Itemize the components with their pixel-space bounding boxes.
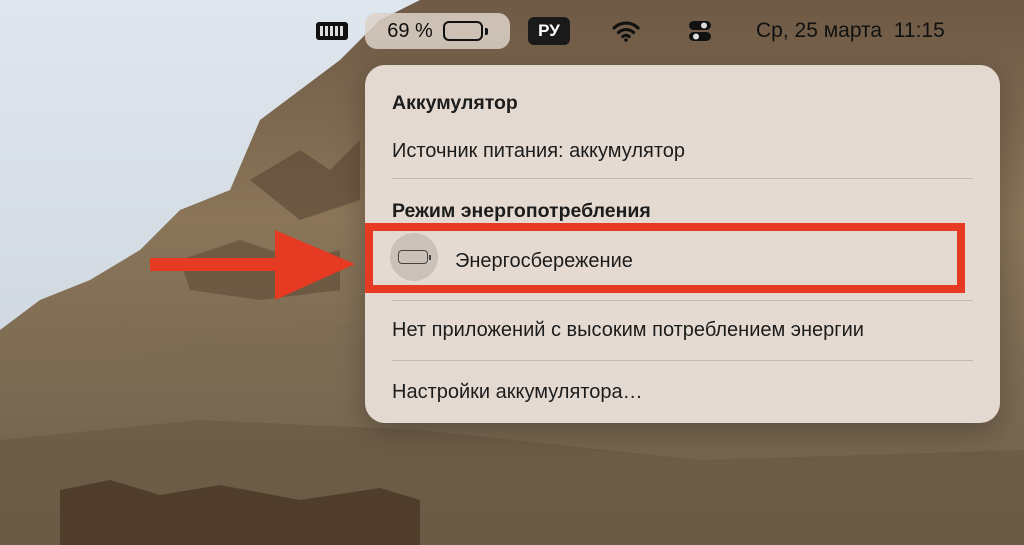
battery-menu-panel: Аккумулятор Источник питания: аккумулято… bbox=[365, 65, 1000, 423]
energy-mode-header: Режим энергопотребления bbox=[392, 200, 651, 222]
memory-icon[interactable] bbox=[312, 13, 352, 49]
divider bbox=[392, 300, 973, 301]
control-center-icon[interactable] bbox=[682, 13, 718, 49]
annotation-highlight-box bbox=[365, 223, 965, 293]
battery-menu-title: Аккумулятор bbox=[392, 92, 518, 114]
divider bbox=[392, 178, 973, 179]
input-language-button[interactable]: РУ bbox=[528, 17, 570, 45]
battery-percent-label: 69 % bbox=[387, 19, 433, 42]
menubar: 69 % РУ Ср, 25 марта 11:15 bbox=[0, 0, 1024, 62]
wifi-icon[interactable] bbox=[608, 13, 644, 49]
power-source-label: Источник питания: аккумулятор bbox=[392, 140, 685, 162]
battery-settings-link[interactable]: Настройки аккумулятора… bbox=[392, 381, 643, 404]
annotation-arrow-icon bbox=[150, 230, 355, 300]
divider bbox=[392, 360, 973, 361]
clock-datetime[interactable]: Ср, 25 марта 11:15 bbox=[756, 13, 996, 49]
desktop: 69 % РУ Ср, 25 марта 11:15 Аккумулятор И… bbox=[0, 0, 1024, 545]
battery-icon bbox=[442, 21, 488, 41]
battery-status-button[interactable]: 69 % bbox=[365, 13, 510, 49]
no-high-energy-apps-label: Нет приложений с высоким потреблением эн… bbox=[392, 319, 864, 341]
